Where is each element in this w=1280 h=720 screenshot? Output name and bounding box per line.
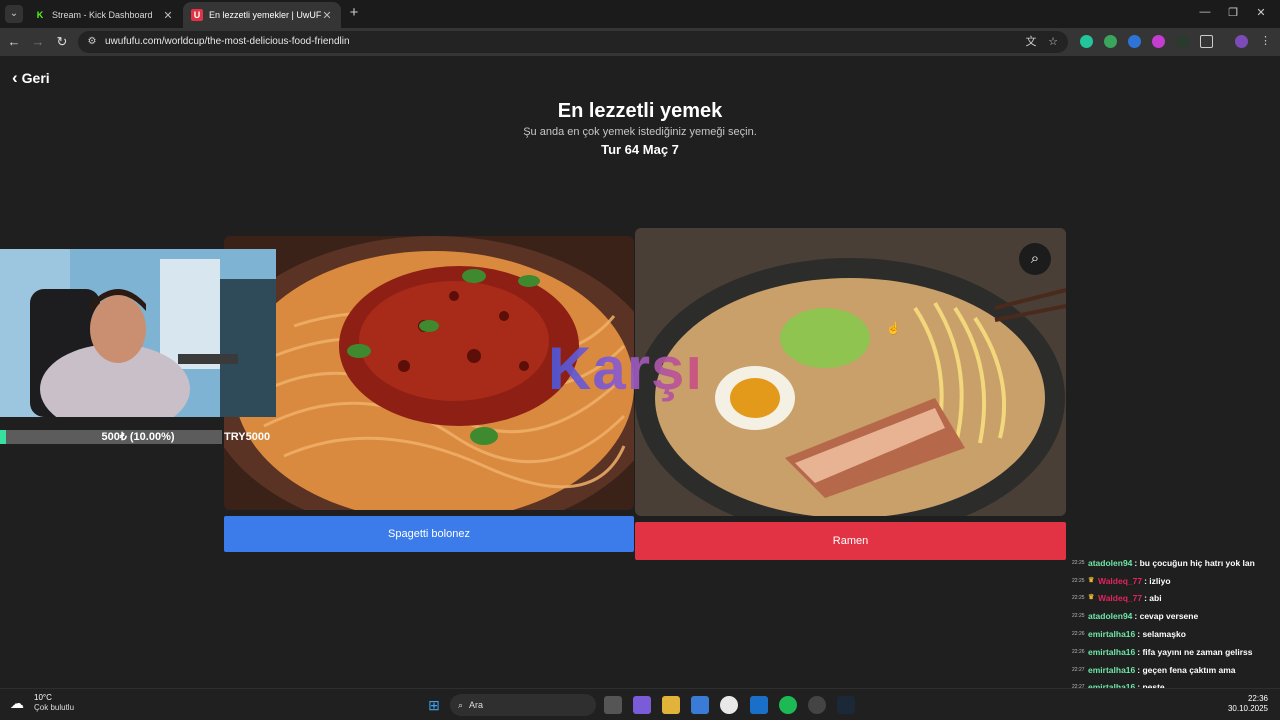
url-text: uwufufu.com/worldcup/the-most-delicious-… bbox=[105, 36, 350, 47]
restore-icon[interactable]: ❐ bbox=[1226, 6, 1240, 19]
menu-kebab-icon[interactable]: ⋮ bbox=[1260, 35, 1271, 48]
taskbar-clock[interactable]: 22:36 30.10.2025 bbox=[1228, 694, 1268, 714]
chat-time: 22:25 bbox=[1072, 559, 1085, 566]
tab-title: En lezzetli yemekler | UwUFUFU bbox=[209, 10, 321, 20]
reload-icon[interactable]: ↻ bbox=[54, 34, 70, 50]
chevron-left-icon: ‹ bbox=[12, 68, 18, 87]
extension-shield-icon[interactable] bbox=[1080, 35, 1093, 48]
clock-date: 30.10.2025 bbox=[1227, 704, 1268, 713]
chat-text: : fifa yayını ne zaman gelirss bbox=[1137, 646, 1253, 657]
weather-condition: Çok bulutlu bbox=[34, 703, 75, 712]
chat-text: : geçen fena çaktım ama bbox=[1137, 664, 1236, 675]
page-subtitle: Şu anda en çok yemek istediğiniz yemeği … bbox=[523, 126, 757, 138]
chat-message: 22:25 ♛ Waldeq_77: izliyo bbox=[1072, 572, 1280, 590]
weather-widget[interactable]: ☁ 10°C Çok bulutlu bbox=[10, 693, 74, 713]
kick-icon: K bbox=[34, 9, 46, 21]
chat-text: : cevap versene bbox=[1134, 611, 1199, 622]
copilot-icon[interactable] bbox=[633, 696, 651, 714]
chat-username[interactable]: emirtalha16 bbox=[1088, 665, 1135, 675]
window-close-icon[interactable]: ✕ bbox=[1254, 6, 1268, 19]
minimize-icon[interactable]: — bbox=[1198, 6, 1212, 18]
donation-goal-target: TRY5000 bbox=[224, 431, 271, 443]
chat-text: : abi bbox=[1144, 593, 1162, 604]
taskbar-search-placeholder: Ara bbox=[469, 700, 484, 710]
crown-badge-icon: ♛ bbox=[1088, 594, 1095, 602]
profile-avatar[interactable] bbox=[1235, 35, 1248, 48]
forward-arrow-icon[interactable]: → bbox=[30, 34, 46, 50]
file-explorer-icon[interactable] bbox=[662, 696, 680, 714]
round-info: Tur 64 Maç 7 bbox=[601, 142, 679, 157]
chat-time: 22:25 bbox=[1072, 577, 1085, 584]
outlook-icon[interactable] bbox=[750, 696, 768, 714]
chrome-icon[interactable] bbox=[720, 696, 738, 714]
tab-search-button[interactable]: ⌄ bbox=[5, 5, 23, 23]
chat-username[interactable]: Waldeq_77 bbox=[1098, 593, 1142, 603]
new-tab-button[interactable]: + bbox=[346, 5, 362, 21]
chat-message: 22:26 emirtalha16: fifa yayını ne zaman g… bbox=[1072, 643, 1280, 661]
chat-username[interactable]: emirtalha16 bbox=[1088, 647, 1135, 657]
donation-goal-label-wrap: 500₺ (10.00%) bbox=[0, 430, 222, 444]
bookmark-star-icon[interactable]: ☆ bbox=[1046, 35, 1060, 49]
mouse-cursor-icon: ☝ bbox=[886, 321, 901, 335]
cloud-icon: ☁ bbox=[10, 695, 24, 711]
translate-icon[interactable]: 文 bbox=[1024, 35, 1038, 49]
chat-time: 22:25 bbox=[1072, 613, 1085, 620]
chat-time: 22:27 bbox=[1072, 666, 1085, 673]
webcam-overlay bbox=[0, 249, 276, 417]
task-view-icon[interactable] bbox=[604, 696, 622, 714]
tab-title: Stream - Kick Dashboard bbox=[52, 10, 153, 20]
url-field[interactable]: ⚙ uwufufu.com/worldcup/the-most-deliciou… bbox=[78, 31, 1068, 53]
chat-username[interactable]: Waldeq_77 bbox=[1098, 576, 1142, 586]
crown-badge-icon: ♛ bbox=[1088, 576, 1095, 584]
chat-text: : izliyo bbox=[1144, 575, 1171, 586]
app-icon[interactable] bbox=[808, 696, 826, 714]
clock-time: 22:36 bbox=[1247, 694, 1268, 703]
chat-time: 22:25 bbox=[1072, 595, 1085, 602]
chat-message: 22:27 emirtalha16: geçen fena çaktım ama bbox=[1072, 661, 1280, 679]
extension-icon[interactable] bbox=[1152, 35, 1165, 48]
extension-icon[interactable] bbox=[1128, 35, 1141, 48]
zoom-icon[interactable]: ⌕ bbox=[1019, 243, 1051, 275]
extensions-puzzle-icon[interactable] bbox=[1200, 35, 1213, 48]
weather-temp: 10°C bbox=[34, 693, 52, 702]
chat-username[interactable]: emirtalha16 bbox=[1088, 629, 1135, 639]
site-info-icon[interactable]: ⚙ bbox=[86, 36, 98, 48]
windows-start-icon[interactable]: ⊞ bbox=[425, 696, 443, 714]
choice-button-right[interactable]: Ramen bbox=[635, 522, 1066, 560]
vs-label: Karşı bbox=[548, 335, 704, 402]
chat-time: 22:26 bbox=[1072, 648, 1085, 655]
chat-message: 22:25 atadolen94: bu çocuğun hiç hatrı yo… bbox=[1072, 554, 1280, 572]
chat-text: : bu çocuğun hiç hatrı yok lan bbox=[1134, 557, 1255, 568]
uwufufu-icon: U bbox=[191, 9, 203, 21]
taskbar-search[interactable]: ⌕ Ara bbox=[450, 694, 596, 716]
back-button[interactable]: ‹ Geri bbox=[12, 68, 50, 87]
chat-username[interactable]: atadolen94 bbox=[1088, 611, 1132, 621]
search-icon: ⌕ bbox=[458, 699, 464, 710]
page-title: En lezzetli yemek bbox=[557, 100, 723, 122]
tab-kick-dashboard[interactable]: K Stream - Kick Dashboard ✕ bbox=[26, 2, 182, 28]
close-icon[interactable]: ✕ bbox=[321, 9, 333, 22]
chat-message: 22:25 atadolen94: cevap versene bbox=[1072, 607, 1280, 625]
chat-message: 22:26 emirtalha16: selamaşko bbox=[1072, 625, 1280, 643]
spotify-icon[interactable] bbox=[779, 696, 797, 714]
taskbar: ☁ 10°C Çok bulutlu ⊞ ⌕ Ara 22:36 30.10.2… bbox=[0, 688, 1280, 720]
close-icon[interactable]: ✕ bbox=[162, 9, 174, 22]
tab-uwufufu[interactable]: U En lezzetli yemekler | UwUFUFU ✕ bbox=[183, 2, 341, 28]
back-arrow-icon[interactable]: ← bbox=[6, 34, 22, 50]
extension-icon[interactable] bbox=[1104, 35, 1117, 48]
chat-message: 22:25 ♛ Waldeq_77: abi bbox=[1072, 590, 1280, 608]
steam-icon[interactable] bbox=[837, 696, 855, 714]
store-icon[interactable] bbox=[691, 696, 709, 714]
back-label: Geri bbox=[21, 70, 50, 86]
choice-button-left[interactable]: Spagetti bolonez bbox=[224, 516, 634, 552]
extension-icon[interactable] bbox=[1176, 35, 1189, 48]
chat-time: 22:26 bbox=[1072, 631, 1085, 638]
chat-username[interactable]: atadolen94 bbox=[1088, 558, 1132, 568]
browser-tab-strip: ⌄ K Stream - Kick Dashboard ✕ U En lezze… bbox=[0, 0, 1280, 28]
chat-text: : selamaşko bbox=[1137, 629, 1186, 640]
